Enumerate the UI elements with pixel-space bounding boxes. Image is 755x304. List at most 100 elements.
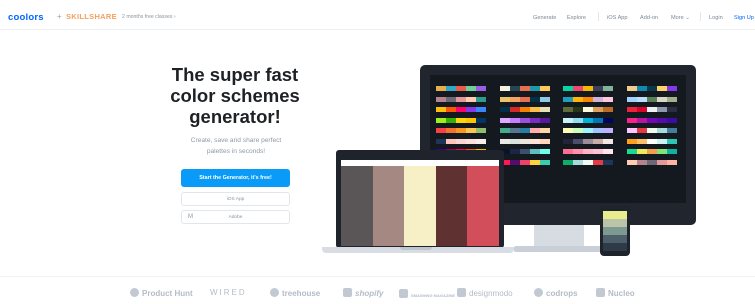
ios-app-label: iOS App	[226, 196, 245, 202]
monitor-palette-swatch	[593, 96, 604, 102]
shopify-icon	[343, 288, 352, 297]
promo-link[interactable]: 2 months free classes ›	[122, 14, 176, 20]
monitor-palette-swatch	[636, 117, 647, 123]
partner-treehouse[interactable]: treehouse	[270, 288, 320, 298]
monitor-palette-swatch	[446, 128, 457, 134]
monitor-palette-swatch	[466, 86, 477, 92]
monitor-palette-swatch	[573, 107, 584, 113]
laptop-screen	[341, 160, 500, 246]
footer-divider	[0, 276, 755, 277]
monitor-palette-swatch	[646, 86, 657, 92]
monitor-palette-swatch	[593, 138, 604, 144]
hero-title-line: The super fast	[171, 64, 299, 85]
monitor-palette-swatch	[646, 149, 657, 155]
monitor-palette-swatch	[509, 107, 520, 113]
monitor-palette-swatch	[666, 117, 677, 123]
monitor-palette-swatch	[603, 96, 614, 102]
monitor-palette-swatch	[563, 107, 574, 113]
monitor-palette-swatch	[656, 86, 667, 92]
treehouse-icon	[270, 288, 279, 297]
nav-add-on[interactable]: Add-on	[640, 15, 658, 21]
laptop-palette-swatch	[404, 166, 437, 246]
monitor-palette-swatch	[436, 86, 447, 92]
monitor-palette-swatch	[519, 128, 530, 134]
ios-app-button[interactable]: iOS App	[181, 192, 290, 206]
monitor-palette-swatch	[626, 159, 637, 165]
partner-wired[interactable]: WIRED	[210, 288, 247, 297]
partner-name: designmodo	[469, 289, 513, 298]
monitor-palette-swatch	[656, 159, 667, 165]
nav-ios-app[interactable]: iOS App	[607, 15, 628, 21]
monitor-palette-swatch	[466, 128, 477, 134]
plus-separator: +	[57, 12, 62, 21]
monitor-palette-swatch	[636, 128, 647, 134]
monitor-palette-swatch	[626, 128, 637, 134]
monitor-palette-swatch	[466, 138, 477, 144]
monitor-palette-swatch	[539, 117, 550, 123]
nav-more[interactable]: More ⌄	[671, 15, 690, 21]
nav-explore[interactable]: Explore	[567, 15, 586, 21]
monitor-base	[514, 246, 606, 252]
coolors-logo[interactable]: coolors	[8, 12, 44, 23]
monitor-palette-swatch	[656, 138, 667, 144]
monitor-palette-swatch	[529, 117, 540, 123]
hero-title-line: generator!	[189, 106, 281, 127]
monitor-palette-swatch	[646, 159, 657, 165]
nav-login[interactable]: Login	[709, 15, 723, 21]
monitor-palette-swatch	[573, 149, 584, 155]
skillshare-logo[interactable]: SKILLSHARE	[66, 12, 117, 21]
monitor-palette-swatch	[603, 159, 614, 165]
nav-generate[interactable]: Generate	[533, 15, 556, 21]
partner-name: Nucleo	[608, 289, 635, 298]
monitor-palette-swatch	[436, 138, 447, 144]
nav-divider	[700, 12, 701, 21]
monitor-palette-swatch	[626, 86, 637, 92]
monitor-palette-swatch	[666, 159, 677, 165]
monitor-palette-swatch	[573, 86, 584, 92]
adobe-addon-button[interactable]: M Adobe	[181, 210, 290, 224]
monitor-palette-swatch	[446, 86, 457, 92]
monitor-palette-swatch	[456, 107, 467, 113]
designmodo-icon	[457, 288, 466, 297]
monitor-palette-swatch	[466, 107, 477, 113]
monitor-palette-swatch	[563, 117, 574, 123]
monitor-palette-swatch	[519, 96, 530, 102]
laptop-palette-swatch	[467, 166, 500, 246]
monitor-palette-swatch	[446, 96, 457, 102]
monitor-palette-swatch	[519, 117, 530, 123]
monitor-palette-swatch	[529, 86, 540, 92]
partner-product-hunt[interactable]: Product Hunt	[130, 288, 193, 298]
start-generator-button[interactable]: Start the Generator, it's free!	[181, 169, 290, 187]
monitor-palette-swatch	[509, 138, 520, 144]
monitor-palette-swatch	[519, 86, 530, 92]
monitor-palette-swatch	[626, 138, 637, 144]
partner-shopify[interactable]: shopify	[343, 288, 383, 298]
monitor-palette-swatch	[539, 128, 550, 134]
phone-palette-swatch	[603, 243, 627, 252]
monitor-palette-swatch	[456, 128, 467, 134]
phone-illustration	[600, 206, 630, 256]
monitor-palette-swatch	[539, 107, 550, 113]
monitor-palette-swatch	[529, 107, 540, 113]
monitor-palette-swatch	[476, 86, 487, 92]
monitor-palette-swatch	[603, 107, 614, 113]
monitor-palette-swatch	[436, 117, 447, 123]
partner-nucleo[interactable]: Nucleo	[596, 288, 635, 298]
partner-codrops[interactable]: codrops	[534, 288, 578, 298]
partner-smashing[interactable]: SMASHING MAGAZINE	[399, 289, 455, 298]
monitor-palette-swatch	[499, 107, 510, 113]
monitor-palette-swatch	[519, 159, 530, 165]
monitor-palette-swatch	[499, 86, 510, 92]
monitor-palette-swatch	[593, 128, 604, 134]
partner-name: SMASHING MAGAZINE	[411, 293, 455, 298]
partner-designmodo[interactable]: designmodo	[457, 288, 513, 298]
adobe-addon-label: Adobe	[228, 214, 243, 220]
nav-sign-up[interactable]: Sign Up	[734, 15, 754, 21]
monitor-palette-swatch	[666, 149, 677, 155]
monitor-palette-swatch	[476, 96, 487, 102]
monitor-palette-swatch	[573, 159, 584, 165]
monitor-palette-swatch	[539, 96, 550, 102]
monitor-palette-swatch	[499, 138, 510, 144]
monitor-palette-swatch	[593, 117, 604, 123]
monitor-palette-swatch	[466, 96, 477, 102]
